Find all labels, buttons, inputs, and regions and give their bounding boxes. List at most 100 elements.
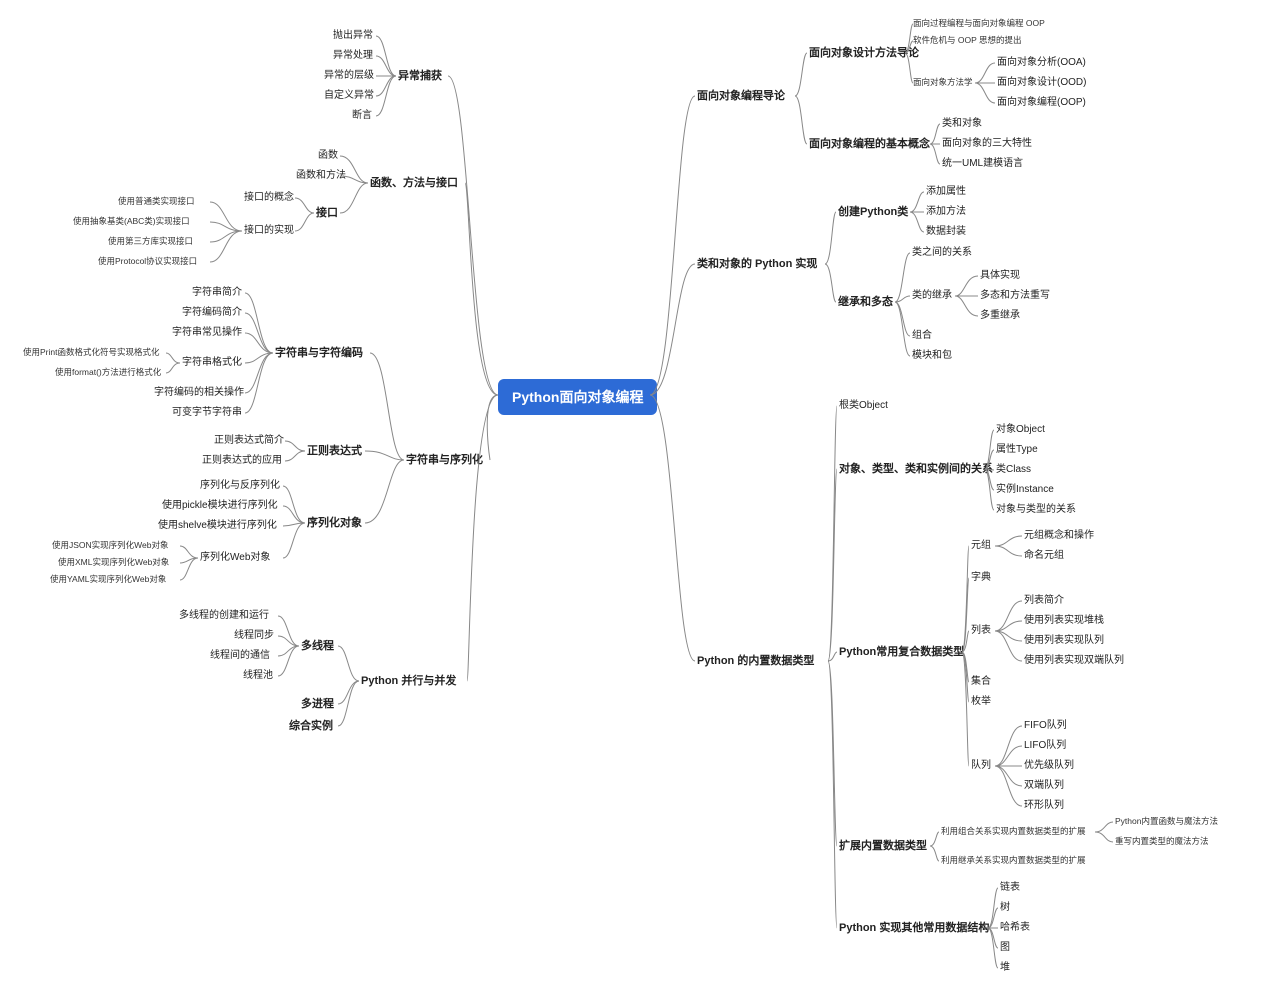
leaf: 综合实例	[289, 720, 333, 733]
leaf: 模块和包	[912, 350, 952, 362]
leaf: 函数和方法	[296, 170, 346, 182]
leaf: 线程同步	[234, 630, 274, 642]
leaf: 面向对象的三大特性	[942, 138, 1032, 150]
leaf: 使用format()方法进行格式化	[55, 367, 161, 377]
leaf: 利用继承关系实现内置数据类型的扩展	[941, 855, 1086, 865]
root-node[interactable]: Python面向对象编程	[498, 379, 657, 415]
leaf: 序列化与反序列化	[200, 480, 280, 492]
leaf: 类和对象	[942, 118, 982, 130]
leaf: 使用Print函数格式化符号实现格式化	[23, 347, 159, 357]
leaf: 具体实现	[980, 270, 1020, 282]
leaf: 面向对象设计(OOD)	[997, 77, 1086, 89]
node-str[interactable]: 字符串与序列化	[406, 454, 483, 467]
leaf: 类的继承	[912, 290, 952, 302]
leaf: FIFO队列	[1024, 720, 1067, 732]
leaf: 异常处理	[333, 50, 373, 62]
leaf: 字符串格式化	[182, 357, 242, 369]
leaf: 使用Protocol协议实现接口	[98, 256, 197, 266]
leaf: 根类Object	[839, 400, 888, 412]
leaf: 正则表达式的应用	[202, 455, 282, 467]
leaf: 面向对象分析(OOA)	[997, 57, 1086, 69]
leaf: 使用YAML实现序列化Web对象	[50, 574, 166, 584]
leaf: 命名元组	[1024, 550, 1064, 562]
leaf: 类之间的关系	[912, 247, 972, 259]
node-thread[interactable]: 多线程	[301, 640, 334, 653]
leaf: 可变字节字符串	[172, 407, 242, 419]
node-func[interactable]: 函数、方法与接口	[370, 177, 458, 190]
leaf: 序列化Web对象	[200, 552, 270, 564]
leaf: 类Class	[996, 464, 1031, 476]
node-class-impl[interactable]: 类和对象的 Python 实现	[697, 258, 817, 271]
leaf: 使用列表实现双端队列	[1024, 655, 1124, 667]
leaf: 使用列表实现堆栈	[1024, 615, 1104, 627]
leaf: 环形队列	[1024, 800, 1064, 812]
leaf: 枚举	[971, 696, 991, 708]
leaf: 组合	[912, 330, 932, 342]
node-str-enc[interactable]: 字符串与字符编码	[275, 347, 363, 360]
leaf: 列表简介	[1024, 595, 1064, 607]
leaf: 添加属性	[926, 186, 966, 198]
leaf: 优先级队列	[1024, 760, 1074, 772]
leaf: 面向过程编程与面向对象编程 OOP	[913, 18, 1045, 28]
node-ext-builtin[interactable]: 扩展内置数据类型	[839, 840, 927, 853]
leaf: 断言	[352, 110, 372, 122]
node-oop-design[interactable]: 面向对象设计方法导论	[809, 47, 919, 60]
node-obj-type[interactable]: 对象、类型、类和实例间的关系	[839, 463, 993, 476]
leaf: 面向对象编程(OOP)	[997, 97, 1086, 109]
leaf: 使用XML实现序列化Web对象	[58, 557, 169, 567]
node-oop-basic[interactable]: 面向对象编程的基本概念	[809, 138, 930, 151]
node-inherit[interactable]: 继承和多态	[838, 296, 893, 309]
leaf: Python内置函数与魔法方法	[1115, 816, 1218, 826]
node-composite[interactable]: Python常用复合数据类型	[839, 646, 964, 659]
leaf: 异常的层级	[324, 70, 374, 82]
leaf: LIFO队列	[1024, 740, 1066, 752]
leaf: 对象Object	[996, 424, 1045, 436]
node-exception[interactable]: 异常捕获	[398, 70, 442, 83]
leaf: 树	[1000, 902, 1010, 914]
node-oop-intro[interactable]: 面向对象编程导论	[697, 90, 785, 103]
leaf: 使用JSON实现序列化Web对象	[52, 540, 169, 550]
leaf: 接口的实现	[244, 225, 294, 237]
leaf: 使用列表实现队列	[1024, 635, 1104, 647]
leaf: 使用pickle模块进行序列化	[162, 500, 278, 512]
leaf: 面向对象方法学	[913, 77, 973, 87]
leaf: 字典	[971, 572, 991, 584]
leaf: 链表	[1000, 882, 1020, 894]
node-builtin[interactable]: Python 的内置数据类型	[697, 655, 814, 668]
leaf: 多线程的创建和运行	[179, 610, 269, 622]
leaf: 字符编码的相关操作	[154, 387, 244, 399]
leaf: 线程间的通信	[210, 650, 270, 662]
leaf: 双端队列	[1024, 780, 1064, 792]
node-create-class[interactable]: 创建Python类	[838, 206, 908, 219]
leaf: 元组概念和操作	[1024, 530, 1094, 542]
leaf: 软件危机与 OOP 思想的提出	[913, 35, 1021, 45]
edges-svg	[0, 0, 1280, 987]
node-concurrent[interactable]: Python 并行与并发	[361, 675, 456, 688]
leaf: 队列	[971, 760, 991, 772]
node-other-ds[interactable]: Python 实现其他常用数据结构	[839, 922, 989, 935]
leaf: 重写内置类型的魔法方法	[1115, 836, 1209, 846]
leaf: 实例Instance	[996, 484, 1054, 496]
leaf: 使用普通类实现接口	[118, 196, 195, 206]
leaf: 集合	[971, 676, 991, 688]
leaf: 多重继承	[980, 310, 1020, 322]
leaf: 属性Type	[996, 444, 1038, 456]
leaf: 使用第三方库实现接口	[108, 236, 193, 246]
leaf: 哈希表	[1000, 922, 1030, 934]
node-regex[interactable]: 正则表达式	[307, 445, 362, 458]
leaf: 利用组合关系实现内置数据类型的扩展	[941, 826, 1086, 836]
node-serialize[interactable]: 序列化对象	[307, 517, 362, 530]
node-interface[interactable]: 接口	[316, 207, 338, 220]
leaf: 元组	[971, 540, 991, 552]
leaf: 接口的概念	[244, 192, 294, 204]
leaf: 正则表达式简介	[214, 435, 284, 447]
leaf: 抛出异常	[333, 30, 373, 42]
leaf: 字符串常见操作	[172, 327, 242, 339]
leaf: 使用抽象基类(ABC类)实现接口	[73, 216, 190, 226]
leaf: 对象与类型的关系	[996, 504, 1076, 516]
leaf: 列表	[971, 625, 991, 637]
leaf: 多态和方法重写	[980, 290, 1050, 302]
leaf: 自定义异常	[324, 90, 374, 102]
leaf: 线程池	[243, 670, 273, 682]
leaf: 统一UML建模语言	[942, 158, 1023, 170]
